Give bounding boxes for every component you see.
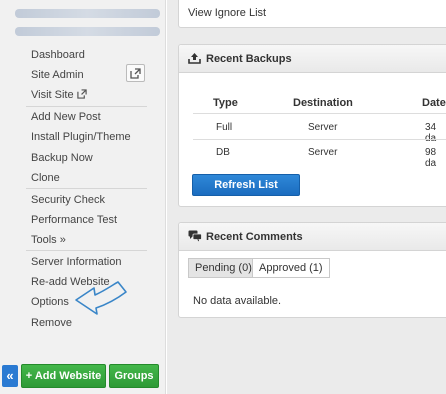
sidebar-item-server-information[interactable]: Server Information [31,255,121,269]
no-data-message: No data available. [193,295,282,307]
view-ignore-list-link[interactable]: View Ignore List [188,7,266,19]
visit-site-label: Visit Site [31,89,74,101]
sidebar-item-dashboard[interactable]: Dashboard [31,48,85,62]
table-divider [193,113,446,114]
sidebar-item-add-new-post[interactable]: Add New Post [31,110,101,124]
recent-comments-header: Recent Comments [179,223,446,251]
main-content: View Ignore List Recent Backups Type Des… [167,0,446,394]
column-header-date: Date [422,97,446,109]
table-divider [193,139,446,140]
blurred-site-url-line-2 [15,27,160,36]
column-header-type: Type [213,97,238,109]
backup-row-date: 34 da [425,122,437,144]
refresh-list-button[interactable]: Refresh List [192,174,300,196]
sidebar-item-visit-site[interactable]: Visit Site [31,88,87,103]
annotation-arrow-icon [75,281,127,315]
backup-row-destination: Server [308,147,338,158]
backup-row-type: Full [216,122,233,133]
recent-backups-header: Recent Backups [179,45,446,73]
recent-backups-title: Recent Backups [206,53,292,65]
collapse-sidebar-button[interactable]: « [2,365,18,387]
column-header-destination: Destination [293,97,353,109]
blurred-site-url-line-1 [15,9,160,18]
recent-comments-title: Recent Comments [206,231,303,243]
sidebar-item-install-plugin-theme[interactable]: Install Plugin/Theme [31,130,131,144]
tab-approved[interactable]: Approved (1) [252,258,330,278]
recent-comments-panel: Recent Comments Pending (0) Approved (1)… [178,222,446,318]
open-external-icon[interactable] [126,64,145,82]
sidebar-item-clone[interactable]: Clone [31,171,60,185]
sidebar-item-backup-now[interactable]: Backup Now [31,151,93,165]
menu-divider [26,106,147,107]
sidebar-item-performance-test[interactable]: Performance Test [31,213,117,227]
backup-row-destination: Server [308,122,338,133]
backup-row-type: DB [216,147,230,158]
sidebar-item-remove[interactable]: Remove [31,316,72,330]
external-link-icon [76,89,87,103]
sidebar-item-tools[interactable]: Tools » [31,233,66,247]
backup-row-date: 98 da [425,147,437,169]
menu-divider [26,188,147,189]
tab-pending[interactable]: Pending (0) [188,258,259,278]
sidebar-item-site-admin[interactable]: Site Admin [31,68,84,82]
sidebar: Dashboard Site Admin Visit Site Add New … [0,0,166,394]
menu-divider [26,250,147,251]
add-website-button[interactable]: + Add Website [21,364,106,388]
upload-icon [188,52,201,67]
groups-button[interactable]: Groups [109,364,159,388]
sidebar-item-options[interactable]: Options [31,295,69,309]
recent-backups-panel: Recent Backups Type Destination Date Ful… [178,44,446,207]
comments-icon [188,230,202,245]
ignore-list-panel: View Ignore List [178,0,446,28]
sidebar-item-security-check[interactable]: Security Check [31,193,105,207]
